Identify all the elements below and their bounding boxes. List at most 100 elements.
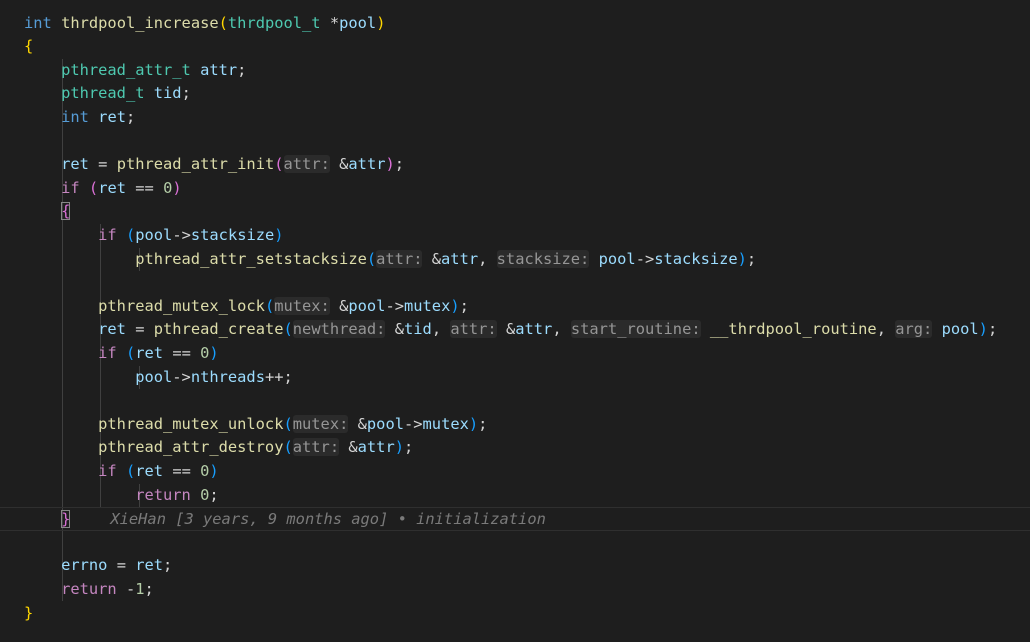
code-line[interactable]: int thrdpool_increase(thrdpool_t *pool) [0, 12, 1030, 36]
code-line-content: if (ret == 0) [24, 177, 182, 201]
code-token: ret [98, 178, 126, 197]
code-token: & [339, 438, 358, 457]
code-token: ( [283, 414, 293, 433]
code-token: == [163, 343, 201, 362]
code-line-content: pthread_mutex_lock(mutex: &pool->mutex); [24, 295, 469, 319]
code-token: -> [635, 249, 655, 268]
code-token: = [107, 556, 136, 575]
code-line[interactable]: return -1; [0, 578, 1030, 602]
parameter-inlay-hint: attr: [283, 155, 330, 174]
code-token: attr [348, 155, 386, 174]
code-token: { [24, 37, 34, 56]
code-token: ; [237, 60, 247, 79]
code-token: if [98, 461, 117, 480]
code-token: ( [125, 225, 136, 244]
code-line[interactable]: pthread_attr_setstacksize(attr: &attr, s… [0, 248, 1030, 272]
code-line-content: int thrdpool_increase(thrdpool_t *pool) [24, 12, 385, 36]
code-token: ++; [264, 367, 293, 386]
code-token: ) [394, 438, 404, 457]
code-token: ( [125, 461, 136, 480]
code-line-content: { [24, 35, 33, 59]
parameter-inlay-hint: mutex: [274, 296, 330, 315]
code-token: ; [394, 155, 405, 174]
code-token: ) [385, 155, 395, 174]
code-token: 0 [200, 485, 210, 504]
code-line[interactable]: if (ret == 0) [0, 460, 1030, 484]
code-token: attr [357, 438, 395, 457]
code-token: tid [153, 84, 182, 103]
code-token: attr [515, 320, 553, 339]
code-line[interactable]: pthread_mutex_lock(mutex: &pool->mutex); [0, 295, 1030, 319]
code-line[interactable]: if (ret == 0) [0, 342, 1030, 366]
code-token: attr [200, 60, 238, 79]
code-token: if [61, 178, 80, 197]
code-token: ; [459, 296, 469, 315]
code-line[interactable]: { [0, 200, 1030, 224]
code-line[interactable]: } XieHan [3 years, 9 months ago] • initia… [0, 507, 1030, 531]
code-token: pool [339, 13, 377, 32]
code-token: ; [404, 438, 414, 457]
code-line[interactable]: } [0, 602, 1030, 626]
code-token: & [496, 320, 516, 339]
code-token: attr [441, 249, 479, 268]
code-editor[interactable]: int thrdpool_increase(thrdpool_t *pool){… [0, 0, 1030, 642]
code-line[interactable]: ret = pthread_create(newthread: &tid, at… [0, 318, 1030, 342]
parameter-inlay-hint: start_routine: [570, 320, 701, 339]
code-token: -> [172, 367, 191, 386]
code-token: & [385, 320, 404, 339]
code-token: ret [135, 343, 164, 362]
code-line[interactable] [0, 130, 1030, 154]
code-token: thrdpool_increase [61, 13, 219, 32]
code-token: ) [978, 320, 988, 339]
code-line[interactable]: pthread_mutex_unlock(mutex: &pool->mutex… [0, 413, 1030, 437]
code-line[interactable]: if (ret == 0) [0, 177, 1030, 201]
code-token: , [431, 320, 451, 339]
code-line-content: int ret; [24, 106, 135, 130]
code-line-content: pthread_t tid; [24, 82, 191, 106]
code-line[interactable]: if (pool->stacksize) [0, 224, 1030, 248]
code-token: - [116, 579, 136, 598]
code-token: 1 [135, 579, 145, 598]
code-line-content: { [24, 200, 71, 224]
code-token: ( [264, 296, 275, 315]
code-line[interactable] [0, 531, 1030, 555]
code-token: return [61, 579, 117, 598]
code-token: pool [598, 249, 636, 268]
code-line[interactable]: int ret; [0, 106, 1030, 130]
code-token: -> [385, 296, 404, 315]
code-token: pool [366, 414, 404, 433]
code-line[interactable]: { [0, 35, 1030, 59]
parameter-inlay-hint: newthread: [292, 320, 386, 339]
code-token: ( [125, 343, 136, 362]
code-line[interactable]: ret = pthread_attr_init(attr: &attr); [0, 153, 1030, 177]
code-token: = [88, 155, 117, 174]
code-line[interactable]: pthread_attr_destroy(attr: &attr); [0, 436, 1030, 460]
code-line[interactable]: pthread_attr_t attr; [0, 59, 1030, 83]
code-token: { [61, 202, 71, 221]
code-token: pool [135, 367, 173, 386]
code-token: return [135, 485, 191, 504]
code-token: ) [172, 178, 182, 197]
code-line[interactable] [0, 271, 1030, 295]
code-line[interactable]: return 0; [0, 484, 1030, 508]
code-token: = [125, 320, 154, 339]
code-line[interactable] [0, 389, 1030, 413]
code-token: ; [746, 249, 757, 268]
code-line[interactable]: errno = ret; [0, 554, 1030, 578]
code-token: ; [144, 579, 154, 598]
code-token: pthread_attr_t [61, 60, 191, 79]
code-line-content: if (pool->stacksize) [24, 224, 284, 248]
code-token: pthread_t [61, 84, 145, 103]
code-token: ; [181, 84, 191, 103]
code-line[interactable]: pthread_t tid; [0, 82, 1030, 106]
code-line[interactable]: pool->nthreads++; [0, 366, 1030, 390]
code-token: ) [274, 225, 284, 244]
